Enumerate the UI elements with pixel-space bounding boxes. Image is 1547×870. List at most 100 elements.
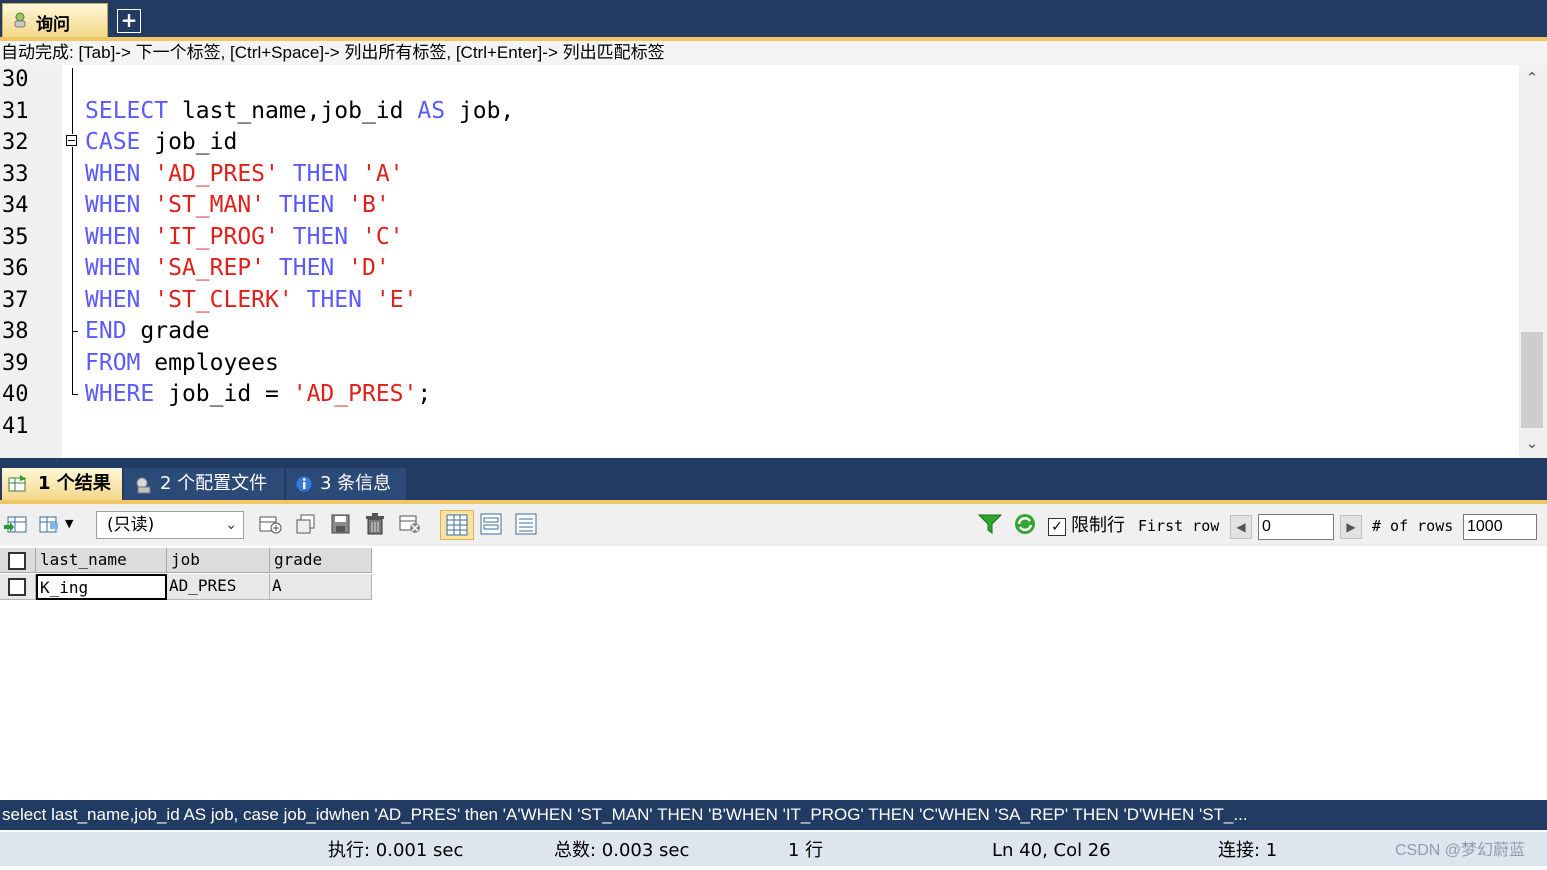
sql-keyword: WHEN xyxy=(85,192,141,218)
next-page-icon[interactable]: ▶ xyxy=(1340,515,1362,539)
cursor-position: Ln 40, Col 26 xyxy=(992,840,1111,861)
status-bar xyxy=(0,832,1547,866)
executed-sql-preview: select last_name,job_id AS job, case job… xyxy=(0,800,1547,830)
tab-results-label: 1 个结果 xyxy=(38,473,111,494)
import-dropdown-icon[interactable]: ▼ xyxy=(65,517,73,530)
prev-page-icon[interactable]: ◀ xyxy=(1230,515,1252,539)
tab-profile-label: 2 个配置文件 xyxy=(160,473,268,494)
column-header-job[interactable]: job xyxy=(167,548,270,573)
sql-keyword: WHEN xyxy=(85,224,141,250)
code-line[interactable]: WHERE job_id = 'AD_PRES'; xyxy=(85,379,431,410)
code-line[interactable]: WHEN 'ST_MAN' THEN 'B' xyxy=(85,190,390,221)
scroll-up-icon[interactable]: ⌃ xyxy=(1521,69,1543,87)
fold-collapse-icon[interactable] xyxy=(66,135,77,146)
add-row-icon[interactable] xyxy=(258,513,282,535)
select-all-header[interactable] xyxy=(0,548,36,573)
code-line[interactable]: WHEN 'SA_REP' THEN 'D' xyxy=(85,253,390,284)
sql-keyword: WHERE xyxy=(85,381,155,407)
tab-messages[interactable]: 3 条信息 xyxy=(286,468,406,500)
column-header-last-name[interactable]: last_name xyxy=(36,548,167,573)
exec-time: 执行: 0.001 sec xyxy=(328,840,464,861)
line-number: 38 xyxy=(2,319,29,344)
code-line[interactable]: WHEN 'AD_PRES' THEN 'A' xyxy=(85,159,404,190)
limit-rows-label: 限制行 xyxy=(1071,515,1125,536)
autocomplete-hint: 自动完成: [Tab]-> 下一个标签, [Ctrl+Space]-> 列出所有… xyxy=(0,41,1547,65)
sql-keyword: THEN xyxy=(292,224,349,250)
tab-query[interactable]: 询问 xyxy=(2,3,108,37)
line-number: 31 xyxy=(2,99,29,124)
num-rows-input[interactable]: 1000 xyxy=(1463,514,1537,540)
code-line[interactable]: FROM employees xyxy=(85,348,279,379)
row-checkbox[interactable] xyxy=(8,578,26,596)
tab-profile[interactable]: 2 个配置文件 xyxy=(124,468,284,500)
row-count: 1 行 xyxy=(788,840,824,861)
export-icon[interactable] xyxy=(4,513,28,535)
line-number: 41 xyxy=(2,414,29,439)
scroll-down-icon[interactable]: ⌄ xyxy=(1521,434,1543,452)
tab-results[interactable]: 1 个结果 xyxy=(2,468,122,500)
code-line[interactable]: SELECT last_name,job_id AS job, xyxy=(85,96,514,127)
table-cell-grade[interactable]: A xyxy=(270,574,372,600)
profile-icon xyxy=(136,477,151,494)
sql-string: 'SA_REP' xyxy=(154,255,266,281)
line-number: 32 xyxy=(2,130,29,155)
sql-string: 'A' xyxy=(361,161,404,187)
sql-string: 'E' xyxy=(375,287,418,313)
cancel-changes-icon[interactable] xyxy=(398,513,422,535)
refresh-icon[interactable] xyxy=(1013,513,1037,535)
column-header-grade[interactable]: grade xyxy=(270,548,372,573)
delete-icon[interactable] xyxy=(363,513,387,535)
table-cell-job[interactable]: AD_PRES xyxy=(167,574,270,600)
sql-keyword: AS xyxy=(417,98,446,124)
code-line[interactable]: WHEN 'IT_PROG' THEN 'C' xyxy=(85,222,404,253)
grid-view-toggle[interactable] xyxy=(440,510,474,540)
sql-string: 'AD_PRES' xyxy=(154,161,279,187)
import-icon[interactable] xyxy=(38,513,62,535)
scroll-thumb[interactable] xyxy=(1521,332,1543,428)
text-view-icon[interactable] xyxy=(514,513,538,535)
duplicate-row-icon[interactable] xyxy=(294,513,318,535)
limit-rows-checkbox[interactable]: ✓ xyxy=(1048,518,1066,536)
line-number: 30 xyxy=(2,67,29,92)
sql-string: 'IT_PROG' xyxy=(154,224,279,250)
code-line[interactable]: WHEN 'ST_CLERK' THEN 'E' xyxy=(85,285,417,316)
sql-text: job_id xyxy=(140,129,238,155)
code-line[interactable]: END grade xyxy=(85,316,210,347)
info-icon xyxy=(295,475,313,493)
sql-text: employees xyxy=(140,350,279,376)
sql-keyword: CASE xyxy=(85,129,141,155)
fold-end-tick xyxy=(72,331,78,332)
sql-keyword: WHEN xyxy=(85,161,141,187)
sql-keyword: THEN xyxy=(306,287,362,313)
sql-string: 'ST_CLERK' xyxy=(154,287,293,313)
sql-string: 'AD_PRES' xyxy=(292,381,418,407)
sql-string: 'ST_MAN' xyxy=(154,192,266,218)
sql-string: 'B' xyxy=(348,192,390,218)
tab-messages-label: 3 条信息 xyxy=(320,473,392,494)
first-row-input[interactable]: 0 xyxy=(1258,514,1334,540)
readonly-select[interactable]: (只读) ⌄ xyxy=(96,511,244,539)
table-cell-last-name[interactable]: K_ing xyxy=(36,574,167,600)
query-tab-bar xyxy=(0,0,1547,37)
first-row-label: First row xyxy=(1138,517,1220,535)
save-icon[interactable] xyxy=(329,513,353,535)
code-line[interactable]: CASE job_id xyxy=(85,127,237,158)
filter-icon[interactable] xyxy=(978,513,1002,535)
select-all-checkbox[interactable] xyxy=(8,552,26,570)
fold-line xyxy=(72,147,73,394)
sql-text: last_name,job_id xyxy=(168,98,418,124)
sql-text: grade xyxy=(126,318,210,344)
row-selector[interactable] xyxy=(0,574,36,600)
add-tab-button[interactable]: + xyxy=(117,9,141,33)
line-number: 36 xyxy=(2,256,29,281)
sql-keyword: THEN xyxy=(278,192,335,218)
form-view-icon[interactable] xyxy=(479,513,503,535)
